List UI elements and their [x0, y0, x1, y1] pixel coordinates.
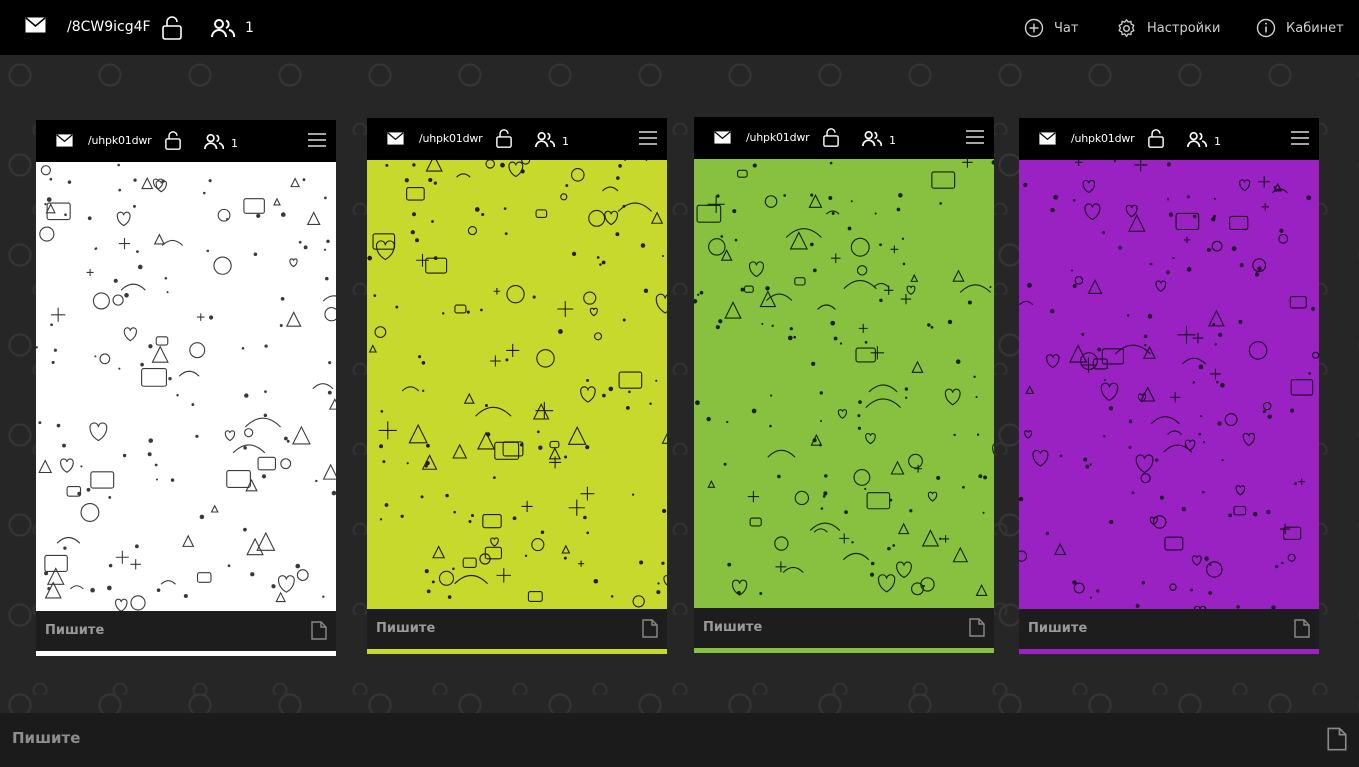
users-icon	[1187, 131, 1208, 152]
preview-room-name: /uhpk01dwr	[1071, 132, 1135, 145]
preview-message-input: Пишите	[367, 609, 667, 649]
message-input[interactable]: Пишите	[12, 729, 80, 747]
preview-room-name: /uhpk01dwr	[88, 134, 152, 147]
nav-account[interactable]: Кабинет	[1256, 18, 1344, 38]
users-icon	[211, 18, 235, 38]
preview-room-name: /uhpk01dwr	[419, 132, 483, 145]
nav-settings[interactable]: Настройки	[1116, 18, 1220, 39]
doodle-pattern	[1019, 160, 1319, 609]
nav-settings-label: Настройки	[1147, 21, 1221, 36]
menu-icon	[308, 132, 326, 148]
menu-icon	[639, 130, 657, 146]
unlock-icon	[165, 131, 181, 150]
file-icon	[1294, 619, 1310, 642]
users-icon	[862, 130, 883, 151]
users-icon	[204, 133, 225, 154]
preview-participant-count: 1	[562, 135, 569, 148]
preview-header: /uhpk01dwr 1	[1019, 118, 1319, 160]
preview-room-name: /uhpk01dwr	[746, 131, 810, 144]
menu-icon	[966, 129, 984, 145]
unlock-icon	[496, 129, 512, 148]
unlock-icon	[1148, 129, 1164, 148]
message-composer[interactable]: Пишите	[0, 713, 1359, 767]
doodle-pattern	[367, 160, 667, 609]
preview-input-placeholder: Пишите	[703, 620, 763, 635]
theme-preview-card-1[interactable]: /uhpk01dwr 1 Пишите	[36, 120, 336, 656]
mail-icon	[56, 134, 73, 147]
file-icon	[642, 619, 658, 642]
mail-icon	[387, 132, 404, 145]
users-icon	[535, 131, 556, 152]
preview-participant-count: 1	[1214, 135, 1221, 148]
mail-icon	[714, 131, 731, 144]
preview-input-placeholder: Пишите	[376, 621, 436, 636]
info-icon	[1256, 18, 1276, 38]
theme-preview-card-2[interactable]: /uhpk01dwr 1 Пишите	[367, 118, 667, 654]
nav-account-label: Кабинет	[1286, 20, 1344, 36]
participants[interactable]: 1	[211, 18, 254, 38]
file-icon	[969, 618, 985, 641]
preview-strip	[36, 651, 336, 656]
preview-message-input: Пишите	[1019, 609, 1319, 649]
attach-file-icon[interactable]	[1327, 727, 1347, 755]
theme-preview-card-3[interactable]: /uhpk01dwr 1 Пишите	[694, 117, 994, 653]
nav-chat[interactable]: Чат	[1024, 18, 1078, 38]
preview-message-input: Пишите	[694, 608, 994, 648]
preview-input-placeholder: Пишите	[45, 623, 105, 638]
theme-preview-card-4[interactable]: /uhpk01dwr 1 Пишите	[1019, 118, 1319, 654]
preview-strip	[694, 648, 994, 653]
preview-header: /uhpk01dwr 1	[36, 120, 336, 162]
doodle-pattern	[694, 159, 994, 608]
plus-circle-icon	[1024, 18, 1044, 38]
preview-message-input: Пишите	[36, 611, 336, 651]
room-name[interactable]: /8CW9icg4F	[67, 19, 151, 35]
file-icon	[311, 621, 327, 644]
mail-icon	[1039, 132, 1056, 145]
participant-count: 1	[245, 20, 254, 36]
preview-participant-count: 1	[231, 137, 238, 150]
unlock-icon[interactable]	[162, 16, 182, 40]
unlock-icon	[823, 128, 839, 147]
mail-icon[interactable]	[25, 17, 46, 33]
top-bar: /8CW9icg4F 1 Чат Настройки Кабинет	[0, 0, 1359, 55]
preview-strip	[367, 649, 667, 654]
preview-participant-count: 1	[889, 134, 896, 147]
preview-header: /uhpk01dwr 1	[367, 118, 667, 160]
preview-input-placeholder: Пишите	[1028, 621, 1088, 636]
preview-header: /uhpk01dwr 1	[694, 117, 994, 159]
nav-chat-label: Чат	[1054, 20, 1079, 36]
gear-icon	[1116, 18, 1137, 39]
doodle-pattern	[36, 162, 336, 611]
preview-strip	[1019, 649, 1319, 654]
menu-icon	[1291, 130, 1309, 146]
